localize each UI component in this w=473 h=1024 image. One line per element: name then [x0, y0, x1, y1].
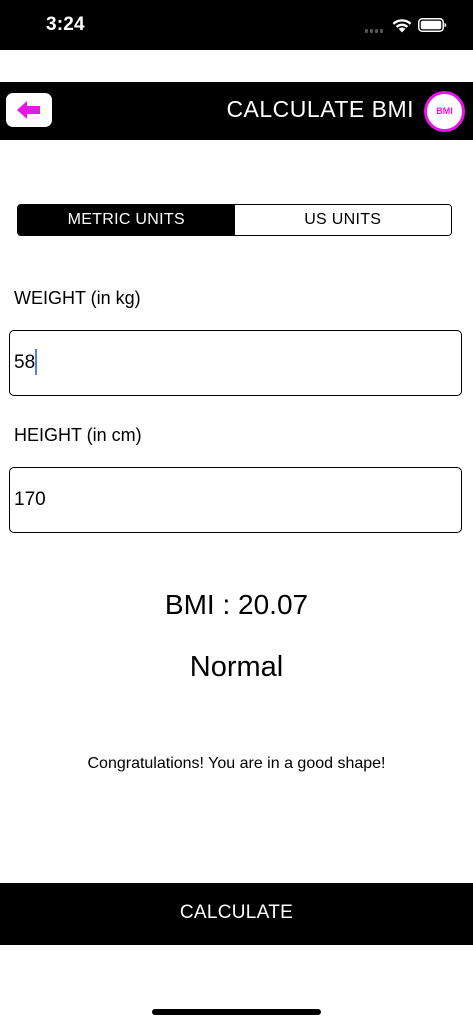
page-title: CALCULATE BMI — [226, 96, 414, 122]
height-input[interactable] — [9, 467, 462, 533]
status-time: 3:24 — [46, 14, 85, 35]
weight-label: WEIGHT (in kg) — [14, 288, 141, 308]
header-bar: CALCULATE BMI BMI — [0, 82, 473, 140]
back-arrow-icon — [17, 101, 40, 119]
bmi-message: Congratulations! You are in a good shape… — [87, 755, 386, 772]
unit-selector: METRIC UNITS US UNITS — [17, 204, 452, 236]
calculate-button[interactable]: CALCULATE — [0, 883, 473, 945]
home-indicator — [152, 1009, 321, 1015]
cellular-signal-icon — [365, 27, 385, 33]
bmi-logo-text: BMI — [436, 106, 453, 116]
status-bar: 3:24 — [0, 0, 473, 50]
bmi-result: BMI : 20.07 — [164, 589, 309, 620]
weight-input[interactable] — [9, 330, 462, 396]
text-cursor — [35, 349, 37, 375]
tab-metric-units[interactable]: METRIC UNITS — [18, 205, 235, 235]
bmi-logo: BMI — [424, 91, 465, 132]
height-label: HEIGHT (in cm) — [14, 425, 142, 445]
back-button[interactable] — [6, 93, 52, 127]
bmi-category: Normal — [189, 651, 284, 683]
wifi-icon — [392, 19, 412, 33]
tab-us-units[interactable]: US UNITS — [234, 205, 451, 235]
battery-icon — [418, 18, 447, 32]
